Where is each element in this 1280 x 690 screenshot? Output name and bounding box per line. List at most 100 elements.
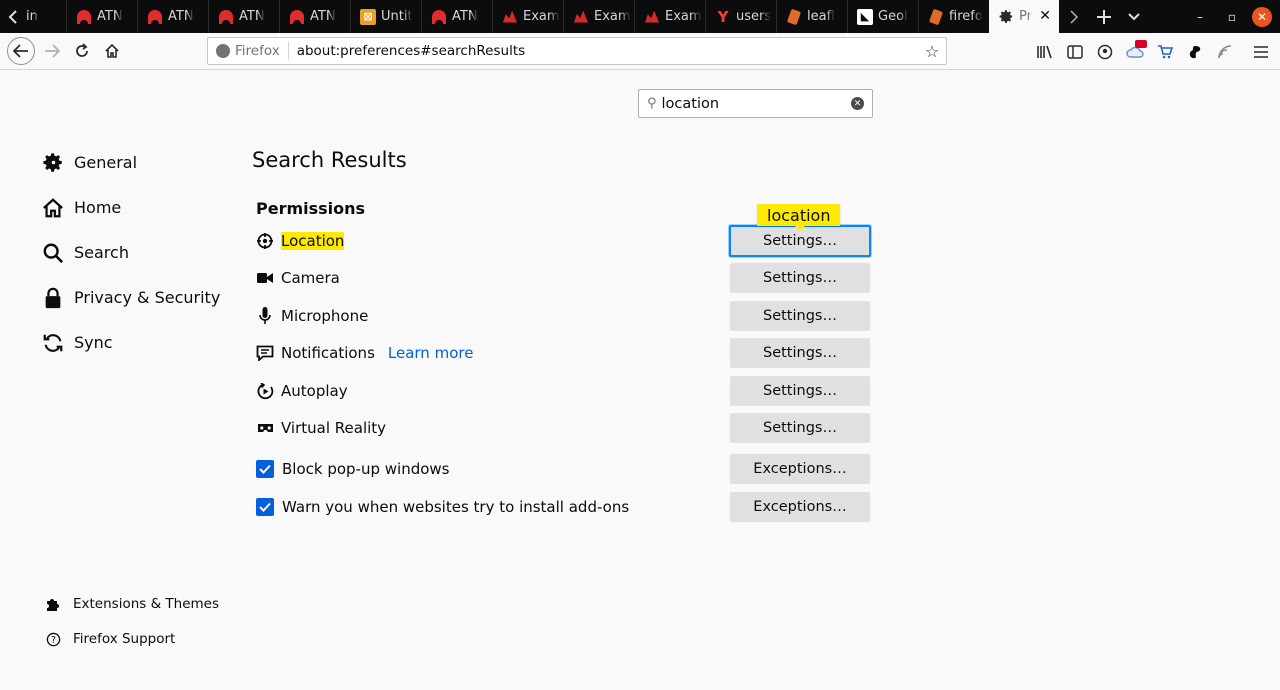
warn-addons-label[interactable]: Warn you when websites try to install ad… <box>282 498 629 516</box>
clear-search-icon[interactable]: ✕ <box>851 97 864 110</box>
window-controls: – ▫ ✕ <box>1184 0 1280 33</box>
gnome-icon <box>1189 45 1201 58</box>
huawei-icon <box>431 9 447 25</box>
tab[interactable]: ATN <box>279 0 350 33</box>
tab[interactable]: ◣ Geol <box>847 0 918 33</box>
tab-label: Exam <box>594 9 631 24</box>
tab-label: ATN <box>310 9 336 24</box>
warn-addons-row: Warn you when websites try to install ad… <box>256 491 870 523</box>
extension-feed-button[interactable] <box>1210 37 1240 67</box>
extensions-themes-link[interactable]: Extensions & Themes <box>44 596 219 612</box>
tab[interactable]: Yusers <box>705 0 776 33</box>
tab[interactable]: leafl <box>776 0 847 33</box>
tab-label: ATN <box>168 9 194 24</box>
home-button[interactable] <box>97 36 127 66</box>
sidebar-icon <box>1067 44 1083 59</box>
sidebar-button[interactable] <box>1060 37 1090 67</box>
library-button[interactable] <box>1030 37 1060 67</box>
account-icon <box>1097 44 1113 59</box>
close-window-icon[interactable]: ✕ <box>1252 6 1272 27</box>
search-highlight-tooltip: location <box>757 204 841 231</box>
all-tabs-button[interactable] <box>1119 0 1149 33</box>
gear-icon <box>42 152 64 174</box>
sync-icon <box>42 332 64 354</box>
home-icon <box>105 43 119 58</box>
permission-row-location: Location Settings… <box>256 225 871 257</box>
huawei-icon <box>289 9 305 25</box>
sidebar-item-general[interactable]: General <box>42 140 220 185</box>
tab[interactable]: ATN <box>66 0 137 33</box>
tab[interactable]: ⊠ Untit <box>350 0 421 33</box>
minimize-icon[interactable]: – <box>1184 10 1216 24</box>
identity-box[interactable]: Firefox <box>208 42 289 60</box>
addon-exceptions-button[interactable]: Exceptions… <box>730 492 870 522</box>
vr-settings-button[interactable]: Settings… <box>730 413 870 443</box>
sidebar-item-privacy[interactable]: Privacy & Security <box>42 275 220 320</box>
account-button[interactable] <box>1090 37 1120 67</box>
tab[interactable]: Exam <box>563 0 634 33</box>
autoplay-settings-button[interactable]: Settings… <box>730 376 870 406</box>
svg-text:?: ? <box>51 634 56 645</box>
permission-row-vr: Virtual Reality Settings… <box>256 412 870 444</box>
tab[interactable]: ATN <box>421 0 492 33</box>
tab-active[interactable]: Pr ✕ <box>989 0 1059 33</box>
tab[interactable]: Exam <box>634 0 705 33</box>
extension-gnome-button[interactable] <box>1180 37 1210 67</box>
url-bar[interactable]: Firefox about:preferences#searchResults … <box>207 37 947 65</box>
checkmark-icon <box>259 464 271 474</box>
camera-icon <box>256 269 274 287</box>
tab-label: firefo <box>949 9 983 24</box>
notification-badge <box>1135 39 1147 48</box>
tab-scroll-right-button[interactable] <box>1059 0 1089 33</box>
tab[interactable]: Exam <box>492 0 563 33</box>
permission-row-autoplay: Autoplay Settings… <box>256 375 870 407</box>
firefox-icon <box>216 44 230 58</box>
notifications-settings-button[interactable]: Settings… <box>730 338 870 368</box>
permission-row-camera: Camera Settings… <box>256 262 870 294</box>
preferences-search-input[interactable] <box>661 95 842 112</box>
block-popups-checkbox[interactable] <box>256 460 274 478</box>
warn-addons-checkbox[interactable] <box>256 498 274 516</box>
sidebar-item-search[interactable]: Search <box>42 230 220 275</box>
tab[interactable]: ATN <box>137 0 208 33</box>
tab-label: Exam <box>665 9 702 24</box>
tab-label: Geol <box>878 9 908 24</box>
close-tab-icon[interactable]: ✕ <box>1039 8 1051 24</box>
tab-scroll-left-button[interactable] <box>0 0 26 33</box>
new-tab-button[interactable] <box>1089 0 1119 33</box>
search-icon: ⚲ <box>647 96 657 111</box>
extensions-themes-label: Extensions & Themes <box>73 596 220 612</box>
preferences-sidebar: General Home Search Privacy & Security S… <box>42 140 220 365</box>
lock-icon <box>42 287 64 309</box>
tab-label: leafl <box>807 9 835 24</box>
url-text[interactable]: about:preferences#searchResults <box>289 43 918 59</box>
tab-strip: in ATN ATN ATN ATN ⊠ Untit ATN Exam Exam … <box>0 0 1280 33</box>
sidebar-item-sync[interactable]: Sync <box>42 320 220 365</box>
firefox-support-link[interactable]: ? Firefox Support <box>44 631 175 647</box>
extension-cart-button[interactable] <box>1150 37 1180 67</box>
microphone-settings-button[interactable]: Settings… <box>730 301 870 331</box>
tab-label: Untit <box>381 9 413 24</box>
arrow-left-icon <box>13 44 28 58</box>
camera-settings-button[interactable]: Settings… <box>730 263 870 293</box>
firefox-support-label: Firefox Support <box>73 631 176 647</box>
block-popups-label[interactable]: Block pop-up windows <box>282 460 450 478</box>
preferences-search-box[interactable]: ⚲ ✕ <box>638 89 873 118</box>
popup-exceptions-button[interactable]: Exceptions… <box>730 454 870 484</box>
menu-button[interactable] <box>1246 37 1276 67</box>
back-button[interactable] <box>7 37 35 65</box>
reload-button[interactable] <box>67 36 97 66</box>
learn-more-link[interactable]: Learn more <box>388 344 474 362</box>
tab[interactable]: in <box>26 0 66 33</box>
tab[interactable]: firefo <box>918 0 989 33</box>
bookmark-star-icon[interactable]: ☆ <box>918 42 946 61</box>
microphone-icon <box>256 307 274 325</box>
sidebar-item-label: Privacy & Security <box>74 288 221 307</box>
extension-cloud-button[interactable] <box>1120 37 1150 67</box>
forward-button[interactable] <box>37 36 67 66</box>
tab-label: ATN <box>97 9 123 24</box>
restore-icon[interactable]: ▫ <box>1216 10 1248 24</box>
sidebar-item-home[interactable]: Home <box>42 185 220 230</box>
permission-row-notifications: Notifications Learn more Settings… <box>256 337 870 369</box>
tab[interactable]: ATN <box>208 0 279 33</box>
